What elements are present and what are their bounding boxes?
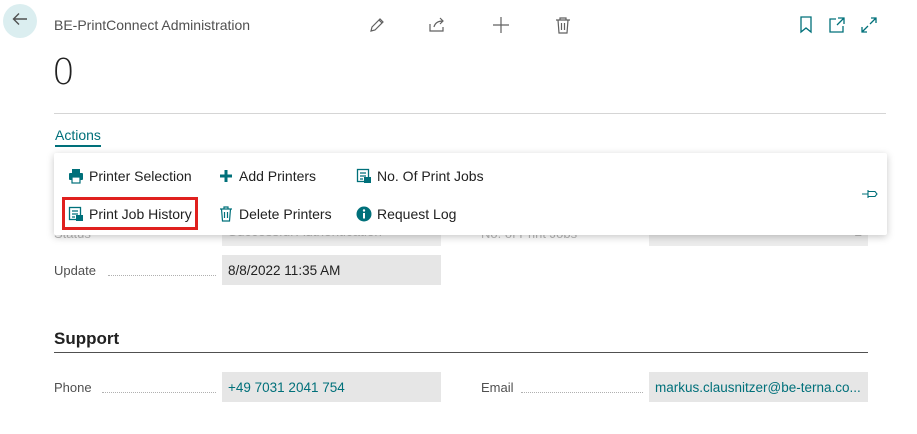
bookmark-icon[interactable] [795, 14, 817, 36]
add-plus-icon[interactable] [490, 14, 512, 36]
menu-item-label: Printer Selection [89, 168, 192, 184]
printer-icon [68, 168, 84, 184]
menu-item-request-log[interactable]: Request Log [356, 202, 456, 226]
update-value: 8/8/2022 11:35 AM [222, 255, 441, 285]
phone-label: Phone [54, 380, 92, 395]
menu-item-label: Request Log [377, 206, 457, 222]
update-label: Update [54, 263, 96, 278]
dot-leader [521, 392, 643, 393]
divider [54, 113, 886, 114]
menu-item-label: Add Printers [239, 168, 317, 184]
highlight-box [62, 197, 198, 230]
tab-actions-underline [55, 145, 101, 147]
menu-item-label: Delete Printers [239, 206, 332, 222]
section-title-support[interactable]: Support [54, 329, 119, 349]
plus-icon [218, 168, 234, 184]
menu-item-delete-printers[interactable]: Delete Printers [218, 202, 332, 226]
edit-pencil-icon[interactable] [366, 14, 388, 36]
dot-leader [108, 275, 216, 276]
email-label: Email [481, 380, 514, 395]
menu-item-printer-selection[interactable]: Printer Selection [68, 164, 192, 188]
trash-icon [218, 206, 234, 222]
pin-icon[interactable] [861, 185, 879, 203]
email-value[interactable]: markus.clausnitzer@be-terna.co... [649, 372, 868, 402]
phone-value[interactable]: +49 7031 2041 754 [222, 372, 441, 402]
tab-actions[interactable]: Actions [55, 127, 101, 143]
report-icon [356, 168, 372, 184]
share-icon[interactable] [426, 14, 448, 36]
delete-trash-icon[interactable] [552, 14, 574, 36]
expand-icon[interactable] [858, 14, 880, 36]
record-title: 0 [52, 52, 75, 93]
section-divider [54, 352, 868, 353]
menu-item-no-of-print-jobs[interactable]: No. Of Print Jobs [356, 164, 484, 188]
dot-leader [102, 392, 216, 393]
menu-item-add-printers[interactable]: Add Printers [218, 164, 316, 188]
page-caption: BE-PrintConnect Administration [54, 17, 251, 33]
info-icon [356, 206, 372, 222]
open-in-new-window-icon[interactable] [826, 14, 848, 36]
arrow-left-icon [11, 10, 29, 33]
menu-item-label: No. Of Print Jobs [377, 168, 484, 184]
actions-menu: Printer Selection Add Printers No. Of Pr… [54, 153, 887, 235]
back-button[interactable] [3, 4, 37, 38]
